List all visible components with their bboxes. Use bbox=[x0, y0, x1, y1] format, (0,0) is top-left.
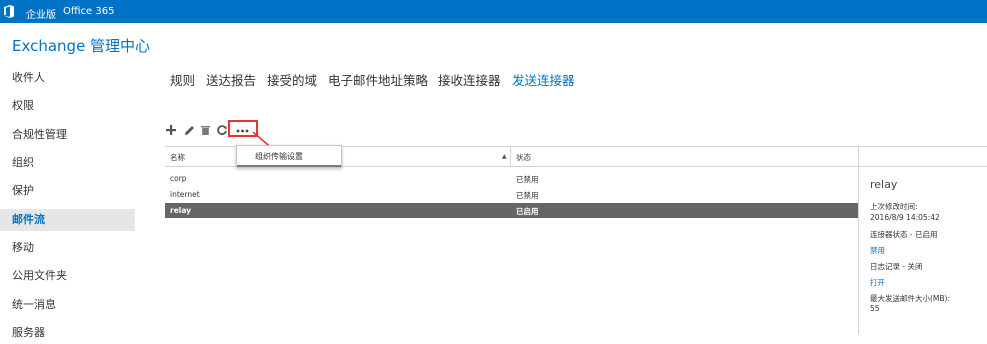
table-row[interactable]: corp 已禁用 bbox=[165, 171, 859, 186]
menu-item-org-transport-settings[interactable]: 组织传输设置 bbox=[255, 151, 303, 162]
column-header-name[interactable]: 名称 bbox=[170, 152, 185, 163]
column-divider[interactable] bbox=[510, 147, 511, 167]
sidebar-item-protection[interactable]: 保护 bbox=[0, 180, 135, 202]
sidebar-item-unified-messaging[interactable]: 统一消息 bbox=[0, 294, 135, 316]
detail-pane-divider bbox=[858, 146, 859, 334]
tab-delivery-reports[interactable]: 送达报告 bbox=[206, 70, 256, 89]
detail-pane-header bbox=[858, 146, 987, 167]
tab-accepted-domains[interactable]: 接受的域 bbox=[267, 70, 317, 89]
sidebar-item-compliance[interactable]: 合规性管理 bbox=[0, 124, 135, 146]
detail-max-size-label: 最大发送邮件大小(MB): bbox=[870, 294, 950, 303]
refresh-icon[interactable] bbox=[216, 122, 228, 138]
connectors-table: 名称 ▲ 状态 corp 已禁用 internet 已禁用 relay 已启用 bbox=[165, 146, 859, 334]
sidebar-item-mobile[interactable]: 移动 bbox=[0, 237, 135, 259]
office-logo-icon[interactable] bbox=[4, 5, 14, 18]
sidebar-item-mail-flow[interactable]: 邮件流 bbox=[0, 209, 135, 231]
edit-icon[interactable] bbox=[183, 122, 195, 138]
connector-status: 已启用 bbox=[516, 207, 539, 216]
menu-underline bbox=[237, 165, 341, 167]
disable-link[interactable]: 禁用 bbox=[870, 245, 885, 256]
connector-name: corp bbox=[170, 174, 187, 183]
sort-ascending-icon[interactable]: ▲ bbox=[502, 153, 507, 160]
detail-logging-status: 日志记录 - 关闭 bbox=[870, 262, 923, 271]
more-actions-menu: 组织传输设置 bbox=[236, 145, 342, 168]
delete-icon[interactable] bbox=[200, 122, 211, 138]
detail-connector-name: relay bbox=[870, 178, 898, 191]
detail-connector-status: 连接器状态 - 已启用 bbox=[870, 230, 938, 239]
table-row[interactable]: internet 已禁用 bbox=[165, 187, 859, 202]
add-icon[interactable] bbox=[165, 122, 177, 138]
sidebar-nav: 收件人 权限 合规性管理 组织 保护 邮件流 移动 公用文件夹 统一消息 服务器 bbox=[0, 64, 135, 339]
connector-status: 已禁用 bbox=[516, 191, 539, 200]
sidebar-item-permissions[interactable]: 权限 bbox=[0, 95, 135, 117]
sidebar-item-public-folders[interactable]: 公用文件夹 bbox=[0, 265, 135, 287]
detail-modified-value: 2016/8/9 14:05:42 bbox=[870, 213, 940, 222]
tab-send-connectors[interactable]: 发送连接器 bbox=[512, 70, 575, 89]
sidebar-item-organization[interactable]: 组织 bbox=[0, 152, 135, 174]
column-header-status[interactable]: 状态 bbox=[516, 152, 531, 163]
tab-rules[interactable]: 规则 bbox=[170, 70, 195, 89]
page-title: Exchange 管理中心 bbox=[12, 37, 151, 55]
detail-modified-label: 上次修改时间: bbox=[870, 202, 918, 211]
connector-name: internet bbox=[170, 190, 200, 199]
tab-email-address-policies[interactable]: 电子邮件地址策略 bbox=[328, 70, 428, 89]
detail-max-size-value: 55 bbox=[870, 304, 880, 313]
connector-status: 已禁用 bbox=[516, 175, 539, 184]
edition-label[interactable]: 企业版 bbox=[26, 6, 56, 21]
office365-link[interactable]: Office 365 bbox=[63, 6, 114, 17]
enable-logging-link[interactable]: 打开 bbox=[870, 277, 885, 288]
sidebar-item-recipients[interactable]: 收件人 bbox=[0, 67, 135, 89]
table-row-selected[interactable]: relay 已启用 bbox=[165, 203, 859, 218]
sidebar-item-servers[interactable]: 服务器 bbox=[0, 322, 135, 344]
connector-name: relay bbox=[170, 206, 192, 215]
tab-receive-connectors[interactable]: 接收连接器 bbox=[438, 70, 501, 89]
top-bar: 企业版 Office 365 bbox=[0, 0, 987, 23]
